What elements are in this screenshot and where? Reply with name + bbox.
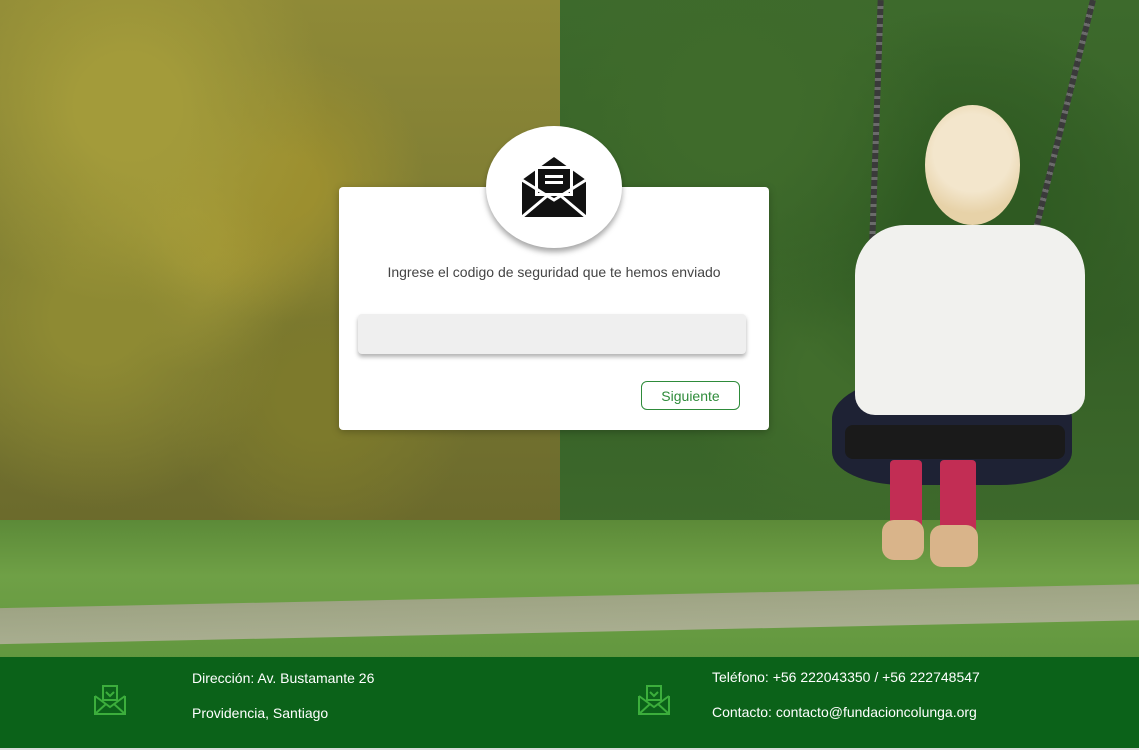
child-shoe-left (882, 520, 924, 560)
footer: Dirección: Av. Bustamante 26 Providencia… (0, 657, 1139, 748)
footer-phone: Teléfono: +56 222043350 / +56 222748547 (712, 669, 980, 685)
envelope-icon-badge (486, 126, 622, 248)
child-body (855, 225, 1085, 415)
swing-seat (845, 425, 1065, 459)
footer-address-line1: Dirección: Av. Bustamante 26 (192, 670, 375, 686)
next-button[interactable]: Siguiente (641, 381, 740, 410)
footer-address-line2: Providencia, Santiago (192, 705, 329, 721)
security-code-input[interactable] (358, 314, 746, 354)
security-code-prompt: Ingrese el codigo de seguridad que te he… (387, 264, 721, 280)
footer-email[interactable]: Contacto: contacto@fundacioncolunga.org (712, 704, 977, 720)
open-envelope-icon (521, 157, 587, 219)
child-shoe-right (930, 525, 978, 567)
child-head (925, 105, 1020, 225)
mail-inbox-icon (638, 685, 670, 715)
mail-inbox-icon (94, 685, 126, 715)
